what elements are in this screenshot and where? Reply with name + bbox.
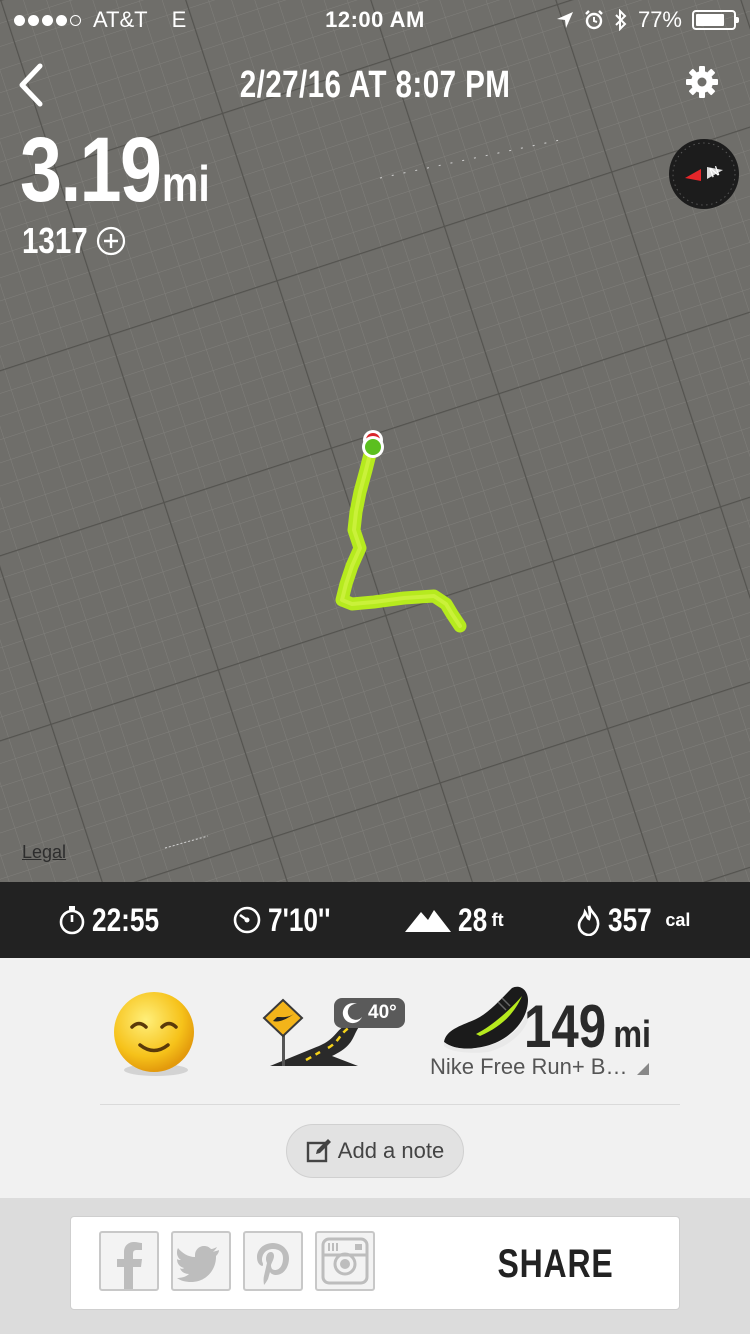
facebook-icon (117, 1242, 142, 1289)
stats-bar: 22:55 7'10'' 28 ft 357 cal (0, 882, 750, 958)
distance-value: 3.19 (20, 119, 162, 221)
twitter-icon (177, 1246, 219, 1282)
fuel-value: 1317 (22, 220, 88, 261)
shoe-button[interactable] (440, 980, 532, 1054)
flame-icon (577, 905, 600, 936)
share-label: SHARE (497, 1241, 615, 1286)
plus-circle-icon (96, 226, 126, 256)
shoe-miles-unit: mi (613, 1014, 652, 1056)
back-button[interactable] (14, 62, 50, 108)
shoe-name-label: Nike Free Run+ B… (430, 1054, 628, 1079)
share-area: SHARE (0, 1198, 750, 1334)
speedometer-icon (233, 906, 261, 934)
moon-icon (342, 1003, 362, 1024)
pinterest-button[interactable] (243, 1231, 303, 1291)
battery-percent: 77% (637, 7, 682, 32)
divider (100, 1104, 680, 1105)
temperature-value: 40° (368, 1002, 397, 1023)
chevron-left-icon (19, 63, 43, 107)
calories-value: 357 (608, 901, 652, 938)
weather-badge: 40° (334, 998, 405, 1028)
elevation-value: 28 (458, 901, 488, 938)
run-distance: 3.19 mi (20, 118, 210, 223)
stopwatch-icon (59, 906, 85, 935)
share-button[interactable]: SHARE (431, 1217, 681, 1311)
dropdown-caret-icon (637, 1063, 650, 1075)
add-note-button[interactable]: Add a note (286, 1124, 464, 1178)
elevation-stat: 28 ft (404, 882, 504, 958)
legal-link[interactable]: Legal (22, 842, 66, 863)
settings-button[interactable] (684, 64, 720, 100)
add-note-label: Add a note (337, 1138, 445, 1163)
pace-value: 7'10'' (268, 901, 331, 938)
calories-stat: 357 cal (576, 882, 690, 958)
shoe-icon (444, 986, 530, 1053)
gear-icon (686, 66, 718, 98)
compass-button[interactable]: N (668, 138, 740, 210)
shoe-mileage: 149 mi (524, 992, 654, 1061)
duration-value: 22:55 (92, 901, 160, 938)
share-panel: SHARE (70, 1216, 680, 1310)
shoe-name-selector[interactable]: Nike Free Run+ B… (430, 1054, 650, 1080)
facebook-button[interactable] (99, 1231, 159, 1291)
twitter-button[interactable] (171, 1231, 231, 1291)
compass-icon: N (669, 139, 739, 209)
mood-button[interactable] (112, 990, 198, 1076)
calories-unit: cal (665, 909, 691, 930)
nikefuel: 1317 (22, 220, 127, 262)
route-map[interactable]: AT&T E 12:00 AM 77% 2/27/16 AT 8:07 PM 3… (0, 0, 750, 882)
bluetooth-icon (615, 9, 627, 31)
pinterest-icon (257, 1243, 289, 1285)
pace-stat: 7'10'' (232, 882, 344, 958)
instagram-icon (321, 1237, 369, 1285)
distance-unit: mi (161, 156, 210, 212)
status-bar: AT&T E 12:00 AM 77% (0, 0, 750, 40)
run-date-title: 2/27/16 AT 8:07 PM (239, 64, 511, 106)
smiley-icon (114, 992, 194, 1076)
battery-icon (692, 10, 739, 30)
alarm-icon (585, 10, 603, 30)
shoe-miles-value: 149 (524, 993, 607, 1060)
start-marker (362, 436, 384, 458)
location-arrow-icon (556, 12, 573, 28)
run-details: 40° 149 mi Nike Free Run+ B… Add a note (0, 958, 750, 1198)
edit-note-icon (306, 1139, 331, 1163)
elevation-unit: ft (491, 909, 504, 930)
duration-stat: 22:55 (58, 882, 174, 958)
mountain-icon (405, 910, 451, 932)
instagram-button[interactable] (315, 1231, 375, 1291)
